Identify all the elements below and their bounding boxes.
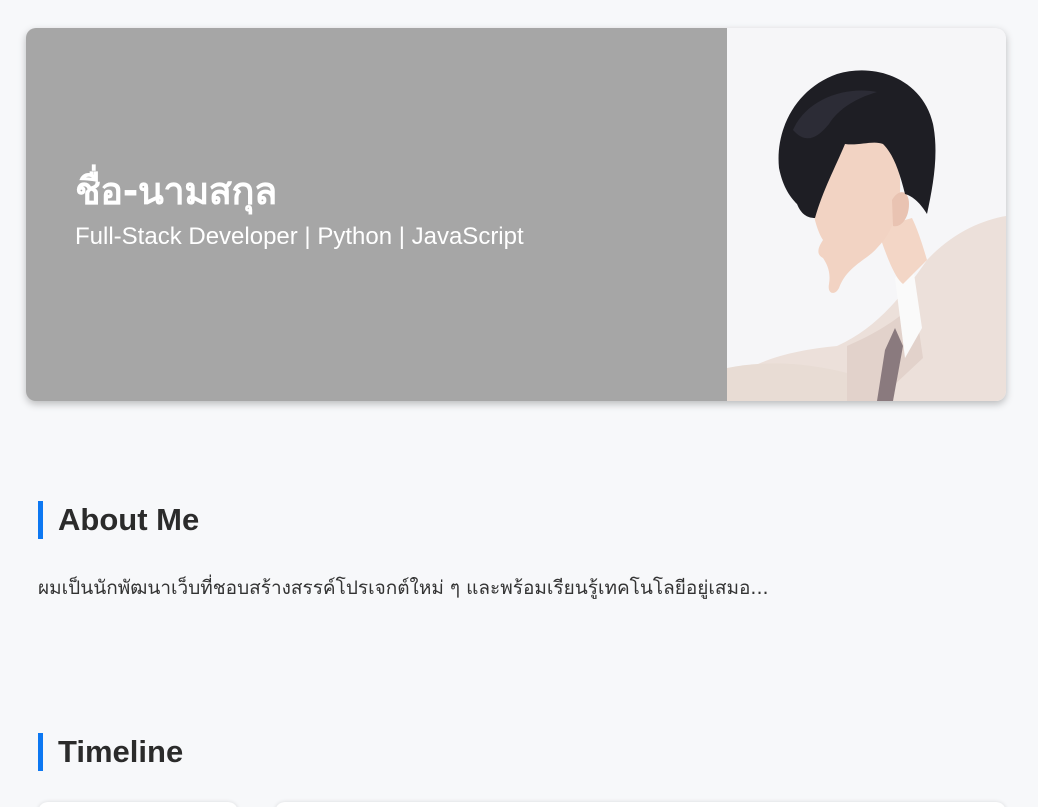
hero-name: ชื่อ-นามสกุล (75, 169, 277, 213)
timeline-section-title: Timeline (38, 733, 183, 771)
hero-text-block: ชื่อ-นามสกุล Full-Stack Developer | Pyth… (26, 28, 727, 401)
timeline-list (38, 800, 1006, 807)
profile-photo (727, 28, 1006, 401)
hero-banner: ชื่อ-นามสกุล Full-Stack Developer | Pyth… (26, 28, 1006, 401)
about-section-title: About Me (38, 501, 199, 539)
hero-role: Full-Stack Developer | Python | JavaScri… (75, 223, 524, 250)
timeline-card (275, 802, 1006, 807)
about-description: ผมเป็นนักพัฒนาเว็บที่ชอบสร้างสรรค์โปรเจก… (38, 577, 769, 599)
profile-photo-illustration (727, 28, 1006, 401)
portfolio-page: ชื่อ-นามสกุล Full-Stack Developer | Pyth… (0, 0, 1038, 807)
timeline-card (38, 802, 238, 807)
